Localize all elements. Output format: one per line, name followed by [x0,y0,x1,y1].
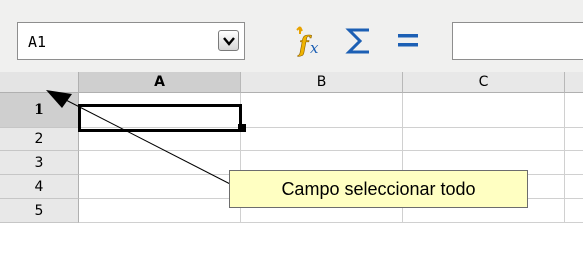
row-header-5[interactable]: 5 [0,199,79,223]
cell-c2[interactable] [403,128,565,151]
cell-d2[interactable] [565,128,583,151]
spreadsheet-grid: A B C 1 2 3 4 5 [0,72,583,265]
cell-b2[interactable] [241,128,403,151]
cell-c1[interactable] [403,93,565,128]
active-cell-cursor [78,104,242,132]
column-header-c[interactable]: C [403,72,565,93]
name-box-value: A1 [28,33,47,51]
formula-toolbar: A1 f x [0,0,583,72]
cell-b1[interactable] [241,93,403,128]
svg-text:x: x [310,39,319,57]
column-header-d[interactable] [565,72,583,93]
cell-a3[interactable] [79,151,241,175]
row-header-1[interactable]: 1 [0,93,79,128]
cell-d5[interactable] [565,199,583,223]
column-header-a[interactable]: A [79,72,241,93]
cell-d4[interactable] [565,175,583,199]
equals-icon[interactable] [397,33,419,49]
function-wizard-icon[interactable]: f x [291,24,325,58]
name-box[interactable]: A1 [17,22,245,60]
formula-input[interactable] [452,22,583,60]
callout-label: Campo seleccionar todo [229,170,528,208]
cell-a5[interactable] [79,199,241,223]
cell-d3[interactable] [565,151,583,175]
name-box-dropdown-button[interactable] [218,30,239,51]
row-header-2[interactable]: 2 [0,128,79,151]
row-header-3[interactable]: 3 [0,151,79,175]
chevron-down-icon [223,37,235,46]
column-header-b[interactable]: B [241,72,403,93]
sum-icon[interactable] [345,26,373,56]
cell-a4[interactable] [79,175,241,199]
cell-d1[interactable] [565,93,583,128]
fill-handle[interactable] [238,124,246,132]
select-all-corner[interactable] [0,72,79,93]
row-header-4[interactable]: 4 [0,175,79,199]
